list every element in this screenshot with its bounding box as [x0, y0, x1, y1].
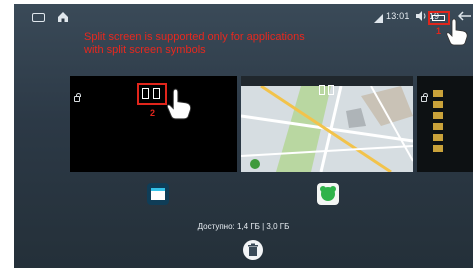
memory-status: Доступно: 1,4 ГБ | 3,0 ГБ: [197, 222, 290, 231]
clear-all-button[interactable]: [243, 240, 263, 260]
lock-icon[interactable]: [74, 93, 81, 102]
split-square-right: [328, 85, 334, 95]
split-square-left: [142, 88, 149, 99]
step-marker-2: 2: [150, 108, 156, 118]
signal-icon: [374, 14, 383, 23]
map-view: [241, 86, 413, 172]
hint-line-2: with split screen symbols: [84, 44, 206, 56]
split-square-right: [153, 88, 160, 99]
split-square-left: [319, 85, 325, 95]
pointing-hand-icon: [446, 18, 468, 46]
file-list: [433, 90, 469, 166]
green-blob-icon: [320, 186, 336, 201]
split-screen-symbol[interactable]: [319, 84, 339, 98]
recent-app-card-map[interactable]: [241, 76, 413, 172]
recent-app-card-file-manager[interactable]: [417, 76, 473, 172]
recent-apps-icon[interactable]: [32, 13, 45, 22]
split-screen-hint: Split screen is supported only for appli…: [84, 31, 384, 57]
trash-icon: [248, 243, 258, 256]
step-marker-1: 1: [436, 26, 442, 36]
clapperboard-icon: [151, 188, 165, 200]
hint-line-1: Split screen is supported only for appli…: [84, 31, 305, 43]
pointing-hand-icon: [166, 88, 192, 120]
split-screen-symbol[interactable]: [137, 83, 167, 105]
video-app-icon[interactable]: [147, 183, 169, 205]
clock: 13:01: [386, 11, 410, 21]
home-icon[interactable]: [56, 10, 70, 24]
lock-icon[interactable]: [421, 93, 428, 102]
recent-apps-screen: 13:01 19 1 Split screen is supported onl…: [14, 4, 473, 268]
green-app-icon[interactable]: [317, 183, 339, 205]
